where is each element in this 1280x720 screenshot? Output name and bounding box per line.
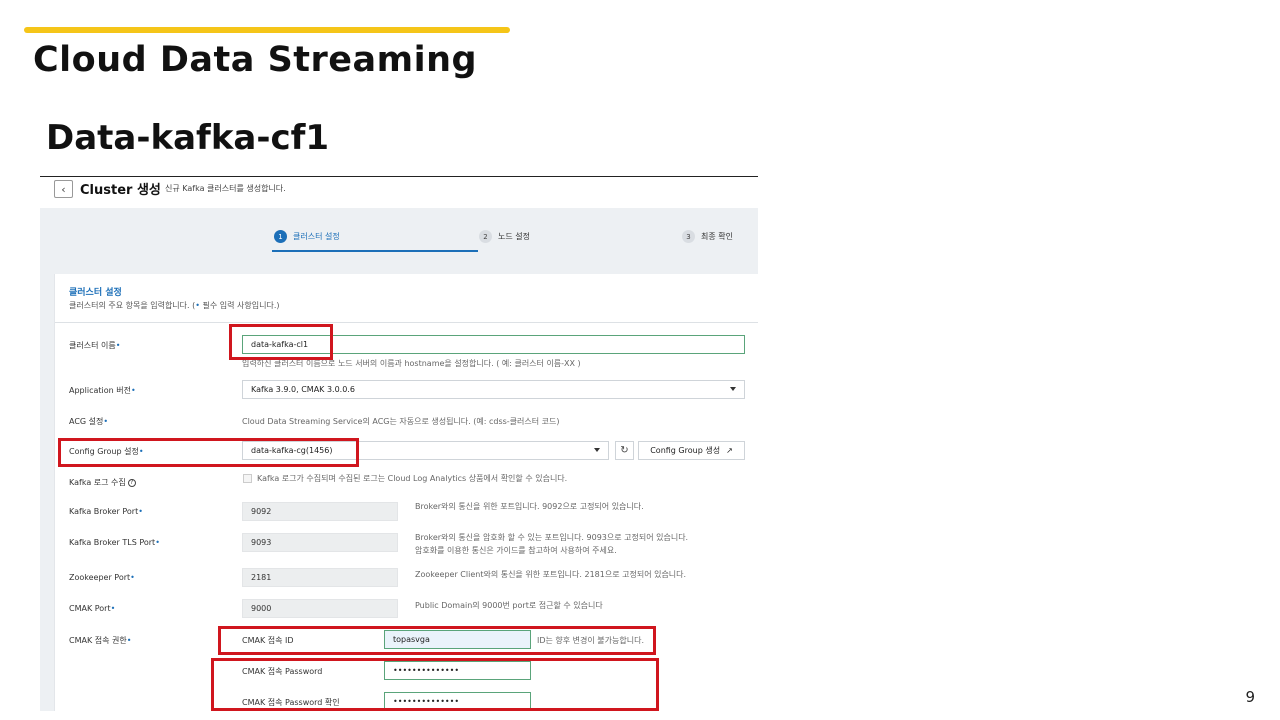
zookeeper-port-label: Zookeeper Port• xyxy=(69,573,135,582)
page-number: 9 xyxy=(1245,688,1255,706)
broker-tls-port-hint: Broker와의 통신을 암호화 할 수 있는 포트입니다. 9093으로 고정… xyxy=(415,533,689,542)
panel-title: 클러스터 설정 xyxy=(69,288,122,298)
config-group-create-button[interactable]: Config Group 생성 ↗ xyxy=(638,441,745,460)
back-button[interactable]: ‹ xyxy=(54,180,73,198)
broker-port-input: 9092 xyxy=(242,502,398,521)
step-number: 3 xyxy=(682,230,695,243)
step-number: 2 xyxy=(479,230,492,243)
cmak-port-input: 9000 xyxy=(242,599,398,618)
highlight-cmak-password xyxy=(211,658,659,711)
panel-divider xyxy=(55,322,758,323)
step-final-review[interactable]: 3 최종 확인 xyxy=(682,230,733,243)
stepper: 1 클러스터 설정 2 노드 설정 3 최종 확인 xyxy=(40,208,758,274)
broker-tls-port-input: 9093 xyxy=(242,533,398,552)
cluster-name-label: 클러스터 이름• xyxy=(69,341,121,350)
page-description: 신규 Kafka 클러스터를 생성합니다. xyxy=(165,184,286,193)
caret-down-icon xyxy=(730,387,736,391)
cmak-port-label: CMAK Port• xyxy=(69,604,116,613)
caret-down-icon xyxy=(594,448,600,452)
app-version-label: Application 버전• xyxy=(69,386,136,395)
refresh-button[interactable]: ↻ xyxy=(615,441,634,460)
highlight-config-group xyxy=(58,438,359,467)
zookeeper-port-input: 2181 xyxy=(242,568,398,587)
cmak-port-hint: Public Domain의 9000번 port로 접근할 수 있습니다 xyxy=(415,601,603,610)
refresh-icon: ↻ xyxy=(620,445,629,456)
active-step-indicator xyxy=(272,250,478,252)
kafka-log-hint: Kafka 로그가 수집되며 수집된 로그는 Cloud Log Analyti… xyxy=(257,474,568,483)
panel-gutter xyxy=(40,274,54,711)
broker-tls-port-hint-2: 암호화를 이용한 통신은 가이드를 참고하여 사용하여 주세요. xyxy=(415,546,617,555)
kafka-log-checkbox[interactable] xyxy=(243,474,252,483)
header-divider xyxy=(40,176,758,177)
zookeeper-port-hint: Zookeeper Client와의 통신을 위한 포트입니다. 2181으로 … xyxy=(415,570,687,579)
app-version-select[interactable]: Kafka 3.9.0, CMAK 3.0.0.6 xyxy=(242,380,745,399)
kafka-log-label: Kafka 로그 수집? xyxy=(69,477,136,488)
accent-bar xyxy=(24,27,510,33)
broker-port-label: Kafka Broker Port• xyxy=(69,507,143,516)
acg-hint: Cloud Data Streaming Service의 ACG는 자동으로 … xyxy=(242,417,560,426)
highlight-cmak-id xyxy=(218,626,656,655)
help-icon: ? xyxy=(127,478,136,487)
step-label: 최종 확인 xyxy=(701,232,733,241)
step-label: 노드 설정 xyxy=(498,232,530,241)
page-title: Cluster 생성 xyxy=(80,183,161,198)
step-label: 클러스터 설정 xyxy=(293,232,340,241)
step-cluster-settings[interactable]: 1 클러스터 설정 xyxy=(274,230,340,243)
slide-title: Cloud Data Streaming xyxy=(33,40,478,80)
step-node-settings[interactable]: 2 노드 설정 xyxy=(479,230,530,243)
cmak-auth-label: CMAK 접속 권한• xyxy=(69,636,132,645)
panel-description: 클러스터의 주요 항목을 입력합니다. (• 필수 입력 사항입니다.) xyxy=(69,301,280,310)
external-link-icon: ↗ xyxy=(726,446,733,455)
broker-tls-port-label: Kafka Broker TLS Port• xyxy=(69,538,160,547)
acg-label: ACG 설정• xyxy=(69,417,109,426)
broker-port-hint: Broker와의 통신을 위한 포트입니다. 9092으로 고정되어 있습니다. xyxy=(415,502,644,511)
chevron-left-icon: ‹ xyxy=(61,182,66,196)
step-number: 1 xyxy=(274,230,287,243)
slide-subtitle: Data-kafka-cf1 xyxy=(46,118,330,158)
highlight-cluster-name xyxy=(229,324,333,360)
